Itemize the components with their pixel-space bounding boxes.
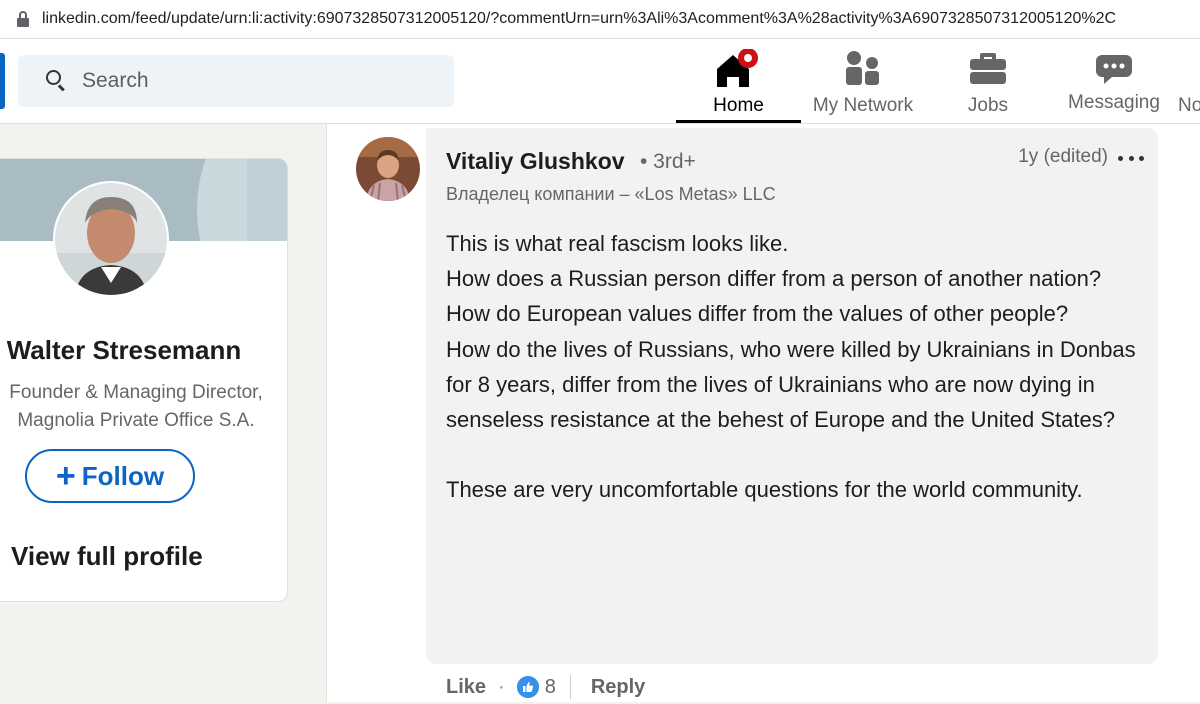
comment-paragraph: This is what real fascism looks like.	[446, 231, 789, 256]
nav-jobs[interactable]: Jobs	[940, 39, 1036, 123]
more-options-icon[interactable]	[1118, 148, 1144, 168]
view-full-profile-link[interactable]: View full profile	[11, 541, 231, 572]
profile-card: Walter Stresemann Founder & Managing Dir…	[0, 158, 288, 602]
network-icon	[846, 51, 879, 85]
commenter-avatar[interactable]	[356, 137, 420, 201]
nav-my-network[interactable]: My Network	[800, 39, 926, 123]
connection-degree: • 3rd+	[640, 150, 696, 173]
comment-paragraph: How do the lives of Russians, who were k…	[446, 336, 1136, 433]
comment-timestamp: 1y (edited)	[1018, 146, 1108, 167]
nav-notifications-label: No	[1178, 95, 1200, 116]
reaction-count[interactable]: 8	[545, 676, 556, 699]
nav-messaging-label: Messaging	[1068, 92, 1160, 113]
action-divider	[569, 675, 571, 699]
nav-jobs-label: Jobs	[967, 95, 1009, 116]
lock-icon[interactable]	[16, 11, 30, 27]
reply-button[interactable]: Reply	[591, 676, 645, 699]
top-navigation: Home My Network Jobs Messaging N	[0, 39, 1200, 124]
like-button[interactable]: Like	[446, 676, 486, 699]
briefcase-icon	[970, 53, 1006, 84]
plus-icon: +	[55, 457, 76, 495]
nav-notifications[interactable]: No	[1178, 39, 1200, 123]
home-icon	[716, 49, 758, 87]
like-reaction-icon[interactable]	[516, 676, 539, 698]
comment-actions: Like · 8 Reply	[446, 672, 645, 702]
messaging-icon	[1096, 55, 1132, 84]
nav-messaging[interactable]: Messaging	[1060, 39, 1168, 123]
comment-paragraph: These are very uncomfortable questions f…	[446, 477, 1083, 503]
search-bar[interactable]	[18, 55, 454, 107]
browser-url-bar[interactable]: linkedin.com/feed/update/urn:li:activity…	[0, 0, 1200, 39]
profile-headline-line1: Founder & Managing Director,	[9, 382, 263, 403]
commenter-name[interactable]: Vitaliy Glushkov	[446, 148, 625, 175]
action-separator: ·	[498, 675, 505, 698]
comment-text: This is what real fascism looks like. Ho…	[446, 226, 1136, 507]
comment-paragraph: How do European values differ from the v…	[446, 301, 1069, 327]
url-text[interactable]: linkedin.com/feed/update/urn:li:activity…	[42, 10, 1116, 28]
comment-paragraph: How does a Russian person differ from a …	[446, 266, 1102, 292]
nav-my-network-label: My Network	[812, 95, 914, 116]
commenter-headline: Владелец компании – «Los Metas» LLC	[446, 184, 776, 204]
active-indicator	[676, 120, 801, 123]
profile-name[interactable]: Walter Stresemann	[0, 335, 287, 366]
profile-headline-line2: Magnolia Private Office S.A.	[17, 410, 255, 431]
profile-avatar[interactable]	[53, 181, 169, 297]
comment-bubble: Vitaliy Glushkov • 3rd+ 1y (edited) Влад…	[426, 128, 1158, 664]
search-icon	[46, 70, 68, 92]
search-input[interactable]	[80, 68, 424, 94]
follow-label: Follow	[81, 460, 165, 491]
profile-headline: Founder & Managing Director, Magnolia Pr…	[0, 379, 281, 435]
nav-home-label: Home	[713, 95, 764, 116]
follow-button[interactable]: + Follow	[25, 449, 195, 503]
linkedin-logo-edge[interactable]	[0, 53, 5, 109]
nav-home[interactable]: Home	[676, 39, 801, 123]
